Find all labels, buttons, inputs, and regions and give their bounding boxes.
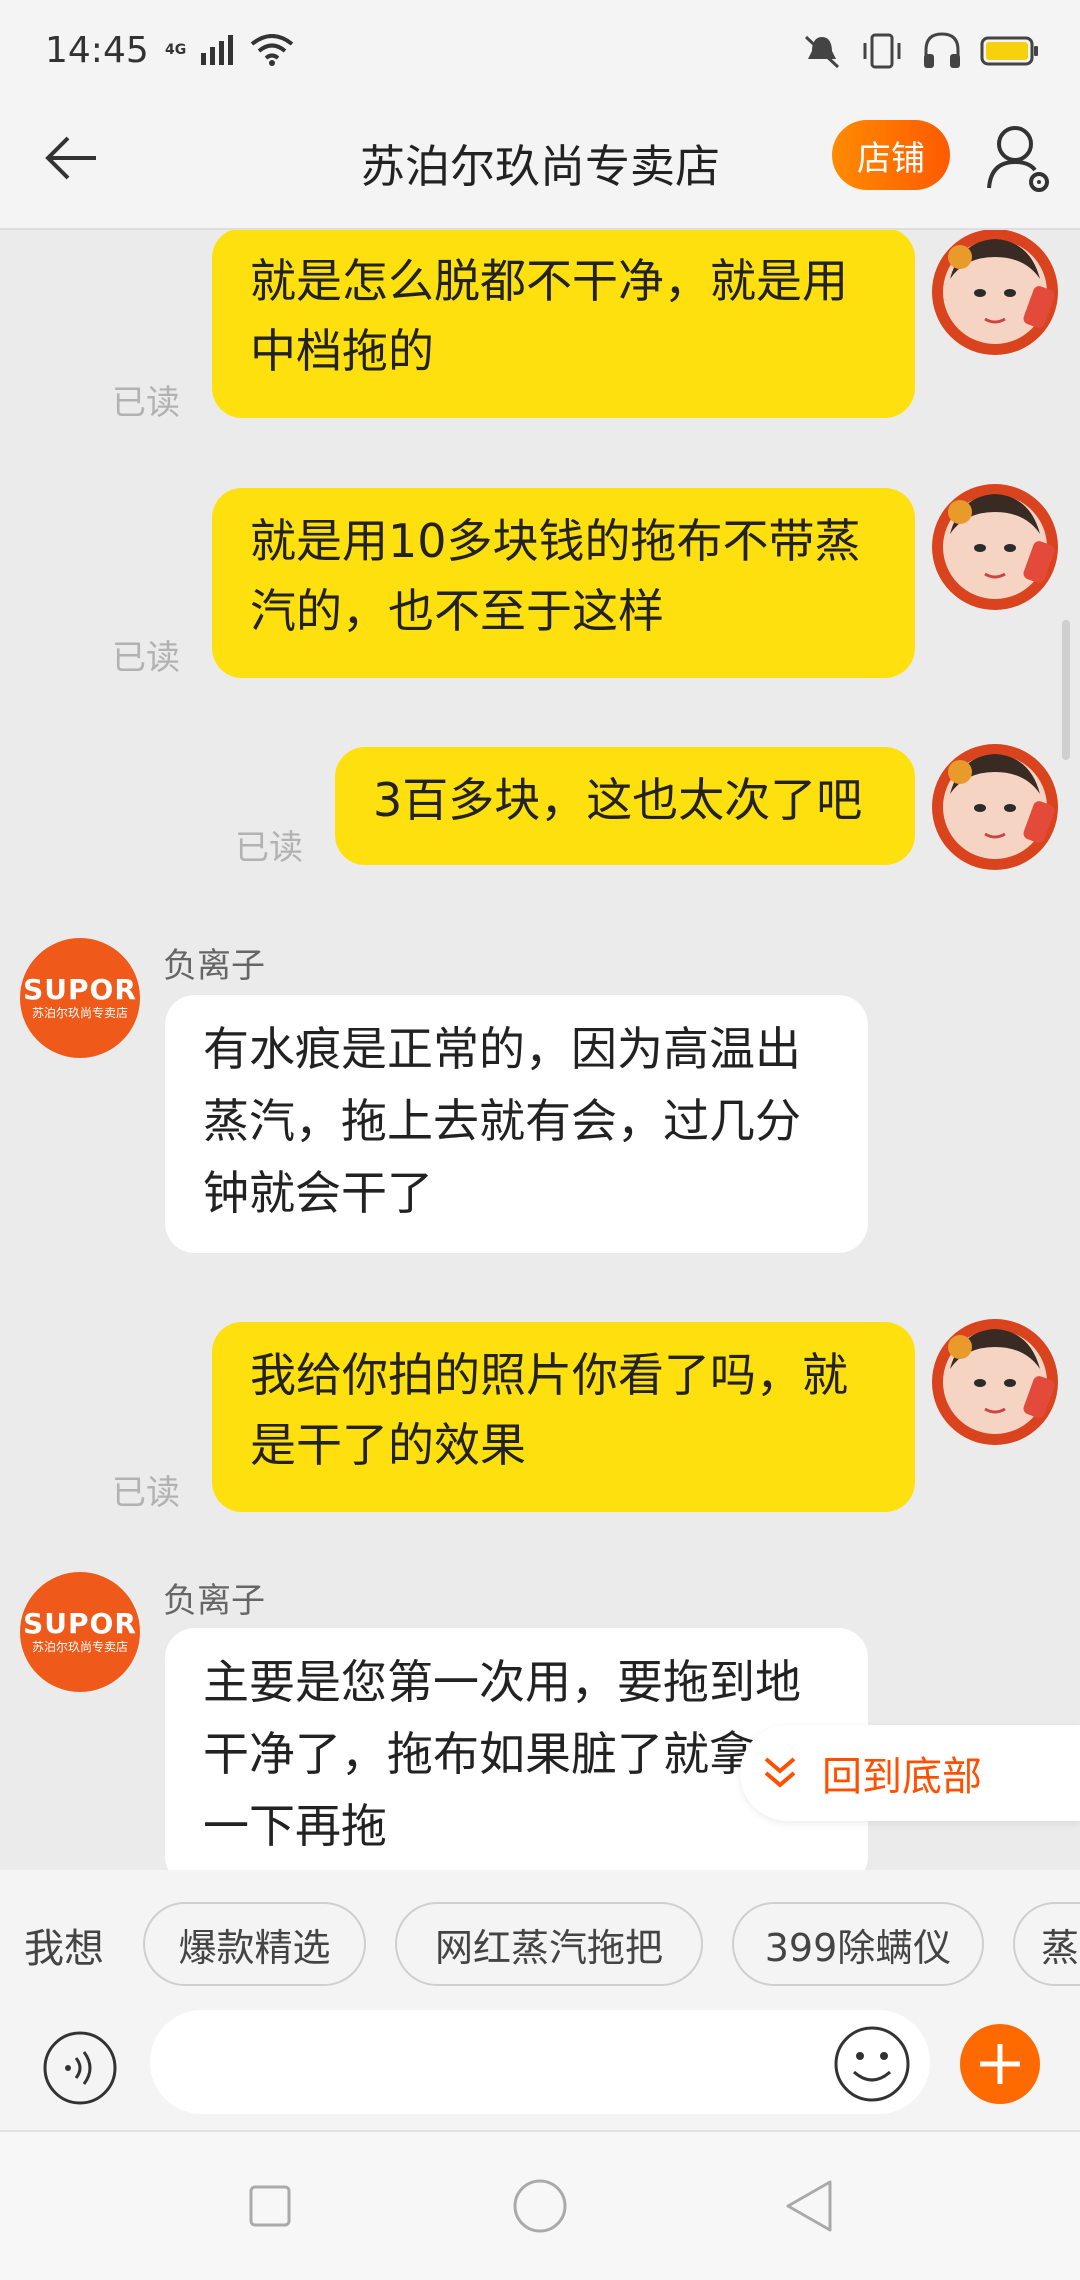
user-avatar-icon	[932, 744, 1058, 870]
read-status: 已读	[235, 828, 303, 868]
wifi-icon	[250, 34, 294, 66]
shop-avatar[interactable]: SUPOR 苏泊尔玖尚专卖店	[20, 1572, 140, 1692]
suggestion-chip[interactable]: 399除螨仪	[732, 1902, 984, 1986]
user-avatar-icon	[932, 484, 1058, 610]
back-icon[interactable]	[784, 2178, 834, 2234]
read-status: 已读	[112, 383, 180, 423]
user-settings-icon[interactable]	[985, 122, 1055, 194]
sender-name: 负离子	[163, 946, 265, 986]
quick-suggestions: 我想 爆款精选 网红蒸汽拖把 399除螨仪 蒸	[0, 1870, 1080, 2010]
sender-name: 负离子	[163, 1581, 265, 1621]
avatar[interactable]	[930, 1317, 1060, 1447]
recent-apps-icon[interactable]	[248, 2184, 292, 2228]
system-nav-bar	[0, 2132, 1080, 2280]
network-4g-icon: 4G	[165, 42, 187, 58]
read-status: 已读	[112, 1473, 180, 1513]
status-bar: 14:45 4G	[0, 0, 1080, 100]
avatar[interactable]	[930, 482, 1060, 612]
quick-label: 我想	[24, 1926, 104, 1972]
message-bubble-mine[interactable]: 3百多块，这也太次了吧	[335, 747, 915, 865]
status-time: 14:45	[45, 30, 149, 71]
shop-button[interactable]: 店铺	[832, 120, 950, 190]
vibrate-icon	[863, 33, 901, 69]
suggestion-chip[interactable]: 网红蒸汽拖把	[395, 1902, 703, 1986]
chat-header: 苏泊尔玖尚专卖店 店铺	[0, 100, 1080, 230]
double-chevron-down-icon	[764, 1757, 796, 1788]
user-avatar-icon	[932, 230, 1058, 355]
avatar[interactable]	[930, 230, 1060, 357]
message-bubble-mine[interactable]: 我给你拍的照片你看了吗，就 是干了的效果	[212, 1322, 915, 1512]
message-input[interactable]	[150, 2010, 930, 2114]
user-avatar-icon	[932, 1319, 1058, 1445]
signal-icon	[201, 35, 234, 65]
message-bubble-mine[interactable]: 就是用10多块钱的拖布不带蒸 汽的，也不至于这样	[212, 488, 915, 678]
message-bubble-mine[interactable]: 就是怎么脱都不干净，就是用 中档拖的	[212, 230, 915, 418]
avatar[interactable]	[930, 742, 1060, 872]
home-icon[interactable]	[512, 2178, 568, 2234]
scrollbar[interactable]	[1062, 620, 1070, 760]
supor-logo: SUPOR	[23, 973, 137, 1006]
mute-icon	[804, 35, 840, 69]
voice-input-icon[interactable]	[42, 2030, 118, 2106]
back-to-bottom-button[interactable]: 回到底部	[740, 1725, 1080, 1821]
back-to-bottom-label: 回到底部	[822, 1754, 982, 1800]
chat-messages[interactable]: 就是怎么脱都不干净，就是用 中档拖的 已读 就是用10多块钱的拖布不带蒸 汽的，…	[0, 230, 1080, 1870]
suggestion-chip[interactable]: 爆款精选	[143, 1902, 366, 1986]
input-bar	[0, 2010, 1080, 2132]
message-bubble-shop[interactable]: 有水痕是正常的，因为高温出 蒸汽，拖上去就有会，过几分 钟就会干了	[165, 995, 868, 1253]
add-icon[interactable]	[960, 2024, 1040, 2104]
shop-avatar[interactable]: SUPOR 苏泊尔玖尚专卖店	[20, 938, 140, 1058]
battery-icon	[980, 36, 1038, 66]
suggestion-chip[interactable]: 蒸	[1013, 1902, 1080, 1986]
emoji-icon[interactable]	[832, 2024, 912, 2104]
headphones-icon	[924, 32, 960, 68]
read-status: 已读	[112, 638, 180, 678]
supor-logo: SUPOR	[23, 1607, 137, 1640]
